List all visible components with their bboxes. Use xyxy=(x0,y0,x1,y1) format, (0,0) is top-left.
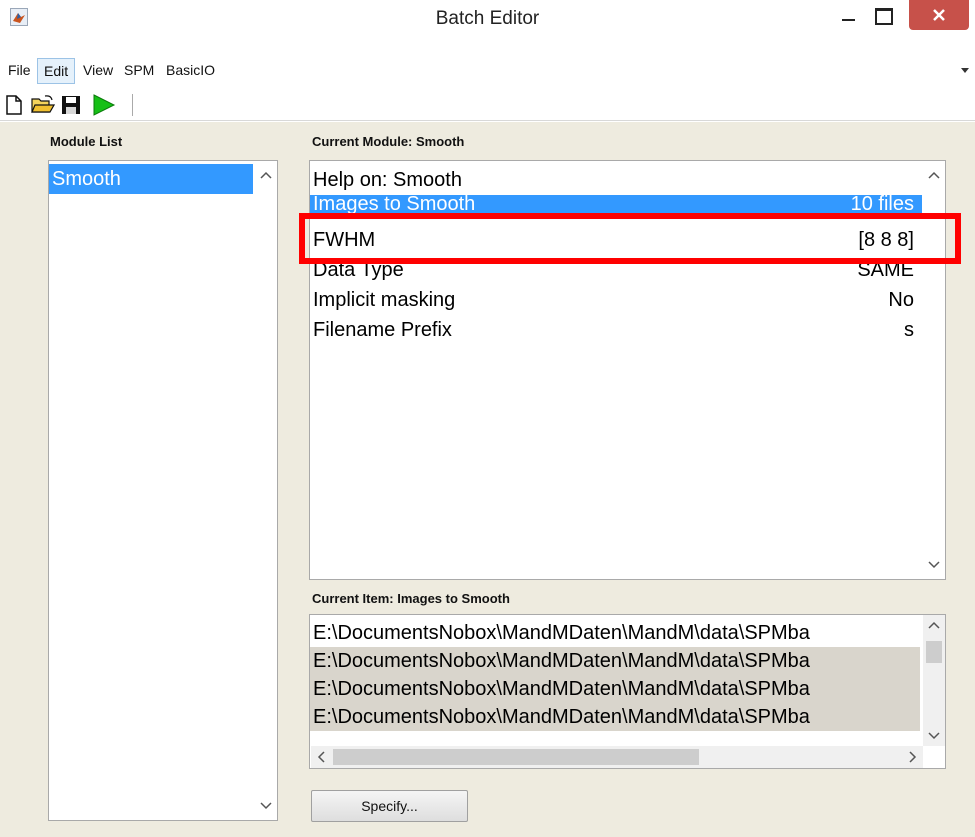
module-list-label: Module List xyxy=(50,134,123,149)
menu-bar: File Edit View SPM BasicIO xyxy=(0,56,975,86)
current-item-label: Current Item: Images to Smooth xyxy=(312,591,510,606)
new-file-icon[interactable] xyxy=(3,94,25,116)
specify-button[interactable]: Specify... xyxy=(311,790,468,822)
menu-overflow-icon[interactable] xyxy=(961,66,969,74)
run-icon[interactable] xyxy=(92,94,116,116)
close-button[interactable] xyxy=(909,0,969,30)
scroll-down-icon[interactable] xyxy=(260,802,272,810)
scroll-thumb[interactable] xyxy=(333,749,699,765)
scroll-down-icon[interactable] xyxy=(928,732,940,740)
file-list-item[interactable]: E:\DocumentsNobox\MandMDaten\MandM\data\… xyxy=(310,619,920,647)
scroll-right-icon[interactable] xyxy=(909,751,917,763)
title-bar: Batch Editor xyxy=(0,0,975,36)
toolbar-separator xyxy=(132,94,133,116)
scroll-up-icon[interactable] xyxy=(928,621,940,629)
scroll-up-icon[interactable] xyxy=(260,171,272,179)
scroll-left-icon[interactable] xyxy=(317,751,325,763)
save-icon[interactable] xyxy=(60,94,82,116)
module-row-filename-prefix[interactable]: Filename Prefix s xyxy=(310,315,922,345)
module-list[interactable]: Smooth xyxy=(48,160,278,821)
window-title: Batch Editor xyxy=(435,8,540,29)
file-list-item[interactable]: E:\DocumentsNobox\MandMDaten\MandM\data\… xyxy=(310,675,920,703)
toolbar xyxy=(0,88,975,121)
scroll-up-icon[interactable] xyxy=(928,171,940,179)
close-icon xyxy=(933,9,945,21)
file-list-item[interactable]: E:\DocumentsNobox\MandMDaten\MandM\data\… xyxy=(310,647,920,675)
minimize-button[interactable] xyxy=(836,2,862,28)
module-list-scrollbar[interactable] xyxy=(255,161,277,820)
menu-edit[interactable]: Edit xyxy=(37,58,76,84)
menu-file[interactable]: File xyxy=(2,58,37,84)
module-row-implicit-masking[interactable]: Implicit masking No xyxy=(310,285,922,315)
module-list-item[interactable]: Smooth xyxy=(49,164,253,194)
file-list-vscrollbar[interactable] xyxy=(923,615,945,746)
scroll-down-icon[interactable] xyxy=(928,561,940,569)
menu-basicio[interactable]: BasicIO xyxy=(160,58,221,84)
menu-view[interactable]: View xyxy=(77,58,119,84)
maximize-button[interactable] xyxy=(868,2,896,28)
file-list-hscrollbar[interactable] xyxy=(311,746,923,768)
current-module-label: Current Module: Smooth xyxy=(312,134,465,149)
file-list-item[interactable]: E:\DocumentsNobox\MandMDaten\MandM\data\… xyxy=(310,703,920,731)
open-folder-icon[interactable] xyxy=(31,94,56,116)
highlight-annotation xyxy=(299,213,961,264)
menu-spm[interactable]: SPM xyxy=(118,58,160,84)
module-row-help[interactable]: Help on: Smooth xyxy=(310,165,922,195)
current-item-list[interactable]: E:\DocumentsNobox\MandMDaten\MandM\data\… xyxy=(309,614,946,769)
scroll-thumb[interactable] xyxy=(926,641,942,663)
